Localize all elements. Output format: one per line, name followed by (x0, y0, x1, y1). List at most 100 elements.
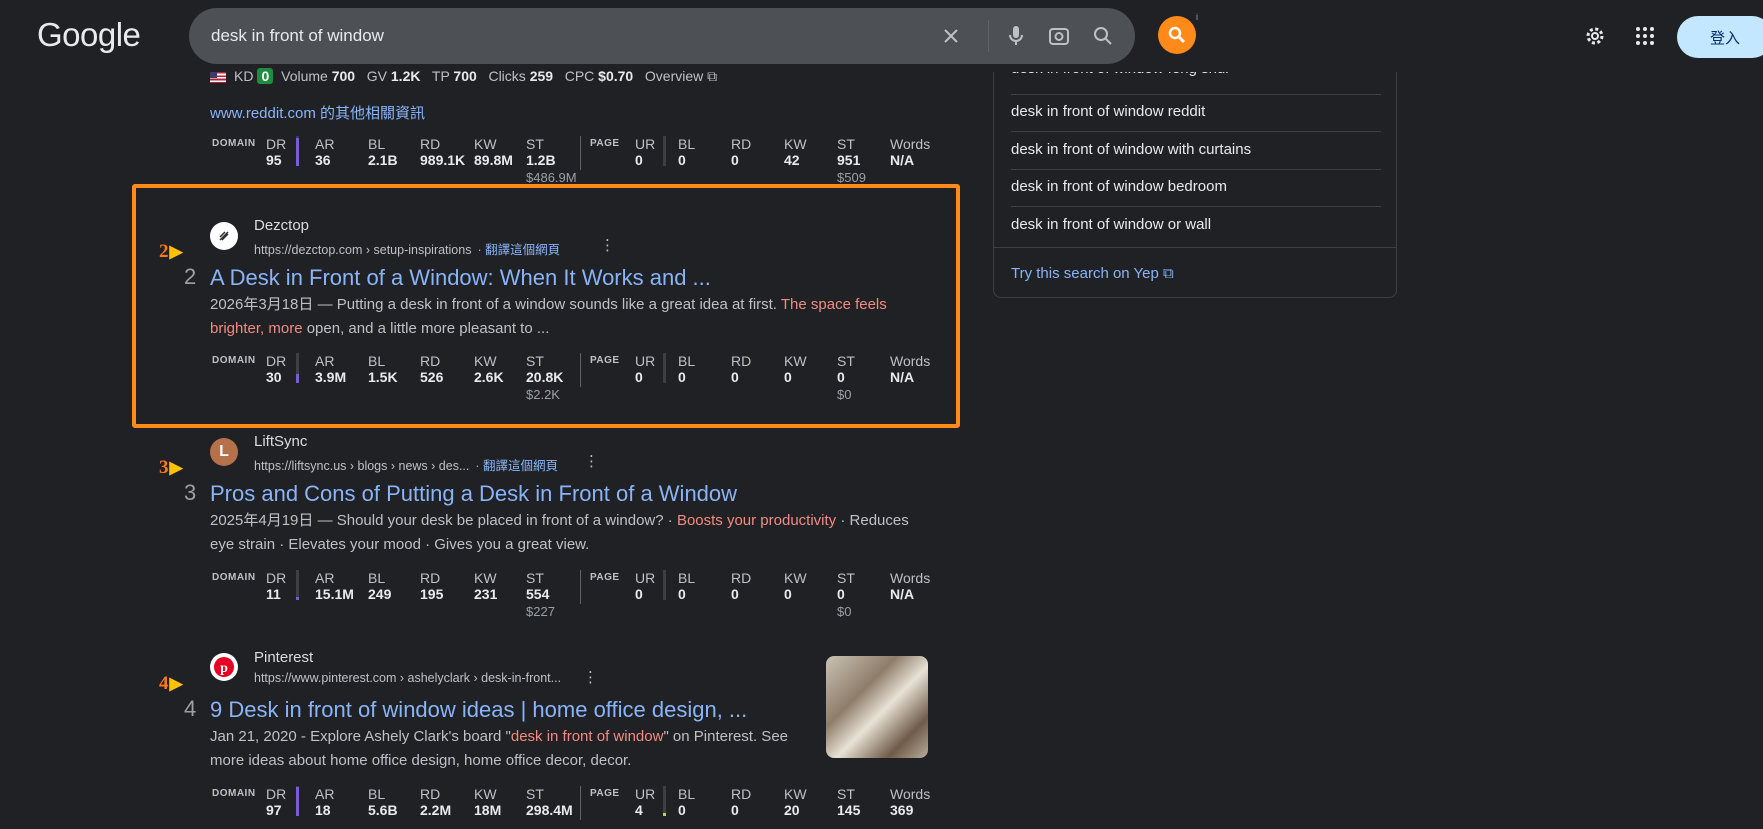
apps-grid-icon[interactable] (1633, 24, 1657, 48)
site-name[interactable]: LiftSync (254, 433, 307, 450)
search-icon[interactable] (1091, 24, 1115, 48)
metric-pkw: KW 42 (784, 136, 807, 168)
metric-prd: RD 0 (731, 136, 752, 168)
divider (1011, 169, 1381, 170)
signin-button[interactable]: 登入 (1677, 16, 1763, 58)
metric-pst: ST 0 $0 (837, 570, 855, 619)
camera-lens-icon[interactable] (1047, 24, 1071, 48)
external-link-icon[interactable]: ⧉ (707, 68, 717, 84)
metric-rd: RD 526 (420, 353, 444, 385)
result-snippet: 2026年3月18日 — Putting a desk in front of … (210, 296, 887, 337)
google-logo[interactable]: Google (37, 16, 141, 54)
divider (1011, 94, 1381, 95)
metric-ar: AR 36 (315, 136, 335, 168)
domain-label: DOMAIN (212, 572, 256, 583)
domain-label: DOMAIN (212, 138, 256, 149)
liftsync-logo-icon: L (210, 438, 238, 466)
metrics-result-4: DOMAIN PAGE DR 97 AR 18 BL 5.6B RD 2.2M KW 18M ST 298… (210, 786, 940, 829)
extension-search-button[interactable] (1158, 16, 1196, 54)
pinterest-logo-icon: p (210, 653, 238, 681)
external-link-icon: ⧉ (1163, 265, 1174, 282)
metric-pbl: BL 0 (678, 136, 696, 168)
extension-info[interactable]: i (1196, 12, 1198, 22)
metric-bl: BL 2.1B (368, 136, 398, 168)
metric-words: Words N/A (890, 136, 931, 168)
metric-dr: DR 95 (266, 136, 287, 168)
metric-pst: ST 0 $0 (837, 353, 855, 402)
metric-ur: UR 0 (635, 353, 656, 385)
related-search-item[interactable]: desk in front of window bedroom (1011, 178, 1381, 195)
kd-badge: 0 (257, 68, 274, 84)
ur-bar (663, 136, 666, 166)
site-favicon[interactable]: L (210, 438, 238, 466)
metric-prd: RD 0 (731, 353, 752, 385)
metrics-separator (580, 570, 581, 604)
metrics-separator (580, 786, 581, 820)
translate-link[interactable]: · 翻譯這個網頁 (475, 459, 558, 473)
rank-number: 3 (184, 480, 197, 505)
metric-dr: DR 97 (266, 786, 287, 818)
metric-pbl: BL 0 (678, 570, 696, 602)
yep-search-link[interactable]: Try this search on Yep ⧉ (1011, 265, 1174, 282)
metric-ar: AR 3.9M (315, 353, 347, 385)
metric-st: ST 554 $227 (526, 570, 555, 619)
dr-bar (296, 136, 299, 166)
more-options-icon[interactable]: ⋮ (583, 668, 598, 686)
close-icon[interactable] (939, 24, 963, 48)
metric-bl: BL 1.5K (368, 353, 398, 385)
metric-ar: AR 15.1M (315, 570, 354, 602)
translate-link[interactable]: · 翻譯這個網頁 (477, 243, 560, 257)
result-title[interactable]: A Desk in Front of a Window: When It Wor… (210, 265, 711, 291)
page-label: PAGE (590, 788, 620, 799)
metric-dr: DR 30 (266, 353, 287, 385)
site-name[interactable]: Pinterest (254, 649, 313, 666)
metric-ar: AR 18 (315, 786, 335, 818)
dezctop-logo-icon (210, 222, 238, 250)
site-favicon[interactable]: p (210, 653, 238, 681)
result-thumbnail-image[interactable] (826, 656, 928, 758)
more-options-icon[interactable]: ⋮ (600, 236, 615, 254)
metric-words: Words N/A (890, 570, 931, 602)
dr-bar (296, 570, 299, 600)
page-label: PAGE (590, 355, 620, 366)
related-search-item[interactable]: desk in front of window with curtains (1011, 141, 1381, 158)
dr-bar (296, 353, 299, 383)
header: Google i 登入 (0, 0, 1763, 72)
more-results-link[interactable]: www.reddit.com 的其他相關資訊 (210, 102, 425, 123)
search-divider (988, 20, 989, 52)
metric-bl: BL 249 (368, 570, 392, 602)
metric-pst: ST 951 $509 (837, 136, 866, 185)
metric-rd: RD 989.1K (420, 136, 466, 168)
site-name[interactable]: Dezctop (254, 217, 309, 234)
result-snippet: 2025年4月19日 — Should your desk be placed … (210, 512, 909, 553)
svg-text:p: p (220, 661, 228, 676)
metric-kw: KW 231 (474, 570, 498, 602)
related-search-item[interactable]: desk in front of window reddit (1011, 103, 1381, 120)
site-url[interactable]: https://liftsync.us › blogs › news › des… (254, 455, 558, 474)
metric-rd: RD 195 (420, 570, 444, 602)
mic-icon[interactable] (1004, 24, 1028, 48)
search-box[interactable] (189, 8, 1135, 64)
gear-icon[interactable] (1583, 24, 1607, 48)
overview-link[interactable]: Overview (645, 68, 703, 84)
ur-bar (663, 570, 666, 600)
site-url[interactable]: https://www.pinterest.com › ashelyclark … (254, 671, 561, 685)
rank-number: 2 (184, 264, 197, 289)
related-search-item[interactable]: desk in front of window or wall (1011, 216, 1381, 233)
site-favicon[interactable] (210, 222, 238, 250)
search-input[interactable] (211, 24, 911, 48)
metric-pkw: KW 20 (784, 786, 807, 818)
metric-words: Words 369 (890, 786, 931, 818)
site-url[interactable]: https://dezctop.com › setup-inspirations… (254, 239, 560, 258)
result-title[interactable]: 9 Desk in front of window ideas | home o… (210, 697, 747, 723)
divider (1011, 206, 1381, 207)
divider (994, 247, 1396, 248)
rank-marker: 4▶ (159, 673, 183, 694)
metric-words: Words N/A (890, 353, 931, 385)
keyword-metrics-bar: KD 0 Volume 700 GV 1.2K TP 700 Clicks 259… (210, 68, 717, 85)
metric-pbl: BL 0 (678, 353, 696, 385)
metric-st: ST 298.4M (526, 786, 573, 818)
result-title[interactable]: Pros and Cons of Putting a Desk in Front… (210, 481, 737, 507)
metric-pkw: KW 0 (784, 570, 807, 602)
more-options-icon[interactable]: ⋮ (584, 452, 599, 470)
